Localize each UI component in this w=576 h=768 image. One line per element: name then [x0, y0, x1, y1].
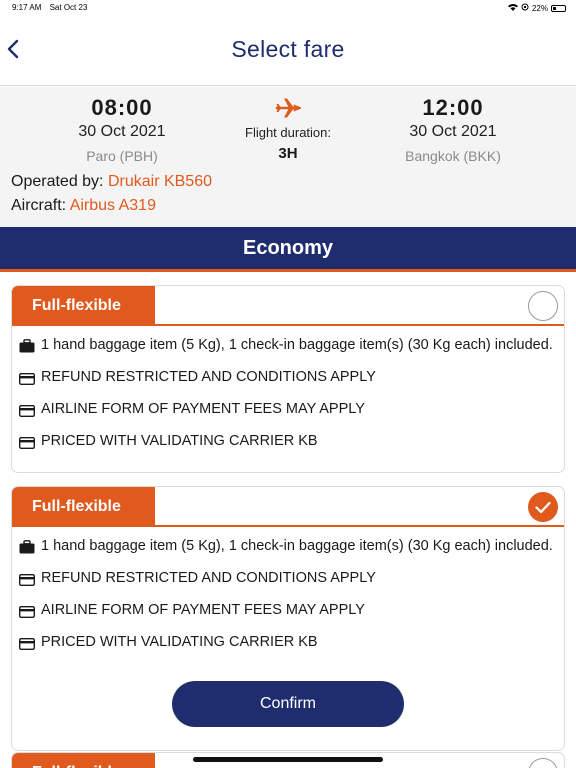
- fare-name: Full-flexible: [12, 753, 155, 768]
- battery-percent: 22%: [531, 3, 548, 13]
- page-title: Select fare: [231, 36, 345, 62]
- fare-radio-button-checked[interactable]: [528, 492, 558, 522]
- flight-summary: 08:00 30 Oct 2021 Paro (PBH) Flight dura…: [0, 87, 576, 227]
- departure-airport: Paro (PBH): [86, 148, 158, 164]
- fare-card-header: Full-flexible: [12, 487, 564, 527]
- home-indicator: [193, 757, 383, 762]
- aircraft-row: Aircraft: Airbus A319: [11, 197, 156, 215]
- fare-conditions-list: 1 hand baggage item (5 Kg), 1 check-in b…: [12, 527, 564, 657]
- departure-time: 08:00: [91, 95, 153, 120]
- flight-duration-info: Flight duration: 3H: [218, 95, 358, 162]
- fare-condition-text: AIRLINE FORM OF PAYMENT FEES MAY APPLY: [41, 401, 365, 417]
- arrival-airport: Bangkok (BKK): [405, 148, 501, 164]
- briefcase-icon: [19, 539, 35, 561]
- operated-by-label: Operated by:: [11, 173, 104, 190]
- fare-card[interactable]: Full-flexible 1 hand baggage item (5 Kg)…: [11, 285, 565, 473]
- operated-by-row: Operated by: Drukair KB560: [11, 173, 212, 191]
- fare-condition-text: PRICED WITH VALIDATING CARRIER KB: [41, 433, 318, 449]
- nav-header: Select fare: [0, 16, 576, 86]
- status-date: Sat Oct 23: [49, 3, 88, 12]
- confirm-button[interactable]: Confirm: [172, 681, 404, 727]
- fare-radio-button[interactable]: [528, 758, 558, 768]
- departure-info: 08:00 30 Oct 2021 Paro (PBH): [52, 95, 192, 164]
- orientation-lock-icon: [521, 3, 529, 13]
- card-icon: [18, 402, 36, 424]
- fare-card-header: Full-flexible: [12, 286, 564, 326]
- fare-condition-text: AIRLINE FORM OF PAYMENT FEES MAY APPLY: [41, 602, 365, 618]
- card-icon: [18, 370, 36, 392]
- status-time: 9:17 AM: [12, 3, 42, 12]
- fare-condition-item: REFUND RESTRICTED AND CONDITIONS APPLY: [18, 567, 564, 593]
- duration-value: 3H: [278, 145, 298, 162]
- aircraft-value: Airbus A319: [69, 197, 156, 214]
- card-icon: [18, 434, 36, 456]
- fare-condition-text: 1 hand baggage item (5 Kg), 1 check-in b…: [41, 337, 553, 353]
- operated-by-value: Drukair KB560: [107, 173, 212, 190]
- fare-conditions-list: 1 hand baggage item (5 Kg), 1 check-in b…: [12, 326, 564, 456]
- fare-condition-text: REFUND RESTRICTED AND CONDITIONS APPLY: [41, 570, 376, 586]
- arrival-date: 30 Oct 2021: [409, 123, 497, 140]
- cabin-class-header: Economy: [0, 227, 576, 272]
- fare-name: Full-flexible: [12, 286, 155, 326]
- fare-condition-item: PRICED WITH VALIDATING CARRIER KB: [18, 430, 564, 456]
- fare-card-selected[interactable]: Full-flexible 1 hand baggage item (5 Kg)…: [11, 486, 565, 751]
- fare-condition-item: REFUND RESTRICTED AND CONDITIONS APPLY: [18, 366, 564, 392]
- fare-condition-item: 1 hand baggage item (5 Kg), 1 check-in b…: [19, 334, 564, 360]
- duration-label: Flight duration:: [245, 125, 331, 140]
- arrival-info: 12:00 30 Oct 2021 Bangkok (BKK): [383, 95, 523, 164]
- wifi-icon: [507, 3, 518, 13]
- fare-radio-button[interactable]: [528, 291, 558, 321]
- fare-condition-text: PRICED WITH VALIDATING CARRIER KB: [41, 634, 318, 650]
- fare-condition-text: 1 hand baggage item (5 Kg), 1 check-in b…: [41, 538, 553, 554]
- card-icon: [18, 571, 36, 593]
- fare-name: Full-flexible: [12, 487, 155, 527]
- airplane-icon: [275, 98, 301, 118]
- fare-condition-item: 1 hand baggage item (5 Kg), 1 check-in b…: [19, 535, 564, 561]
- checkmark-icon: [535, 501, 551, 514]
- departure-date: 30 Oct 2021: [78, 123, 166, 140]
- arrival-time: 12:00: [422, 95, 484, 120]
- card-icon: [18, 635, 36, 657]
- fare-condition-item: PRICED WITH VALIDATING CARRIER KB: [18, 631, 564, 657]
- aircraft-label: Aircraft:: [11, 197, 67, 214]
- fare-condition-text: REFUND RESTRICTED AND CONDITIONS APPLY: [41, 369, 376, 385]
- status-bar: 9:17 AM Sat Oct 23 22%: [0, 0, 576, 16]
- fare-condition-item: AIRLINE FORM OF PAYMENT FEES MAY APPLY: [18, 398, 564, 424]
- card-icon: [18, 603, 36, 625]
- battery-icon: [551, 4, 566, 12]
- fare-condition-item: AIRLINE FORM OF PAYMENT FEES MAY APPLY: [18, 599, 564, 625]
- briefcase-icon: [19, 338, 35, 360]
